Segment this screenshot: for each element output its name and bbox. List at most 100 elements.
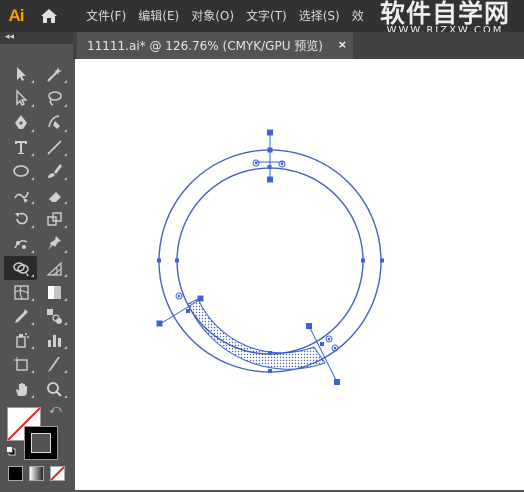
artboard-tool[interactable] xyxy=(4,352,37,376)
hand-tool[interactable] xyxy=(4,376,37,400)
shaper-tool[interactable] xyxy=(4,183,37,207)
menu-file[interactable]: 文件(F) xyxy=(80,0,132,32)
home-button[interactable] xyxy=(32,0,66,32)
swap-fill-stroke-icon[interactable]: ⤺ xyxy=(49,402,62,417)
symbol-sprayer-icon xyxy=(15,333,29,348)
magic-wand-tool[interactable] xyxy=(37,62,70,86)
lasso-tool[interactable] xyxy=(37,86,70,110)
stroke-swatch[interactable] xyxy=(24,426,58,460)
artwork[interactable] xyxy=(75,59,524,490)
watermark-title: 软件自学网 xyxy=(379,0,510,28)
document-tab-bar: 11111.ai* @ 126.76% (CMYK/GPU 预览) × xyxy=(73,32,524,59)
tool-group-indicator xyxy=(31,201,34,205)
tool-group-indicator xyxy=(31,322,34,326)
eraser-icon xyxy=(48,192,61,203)
eraser-tool[interactable] xyxy=(37,183,70,207)
left-widget-icon[interactable] xyxy=(175,292,183,300)
blend-icon xyxy=(46,308,62,324)
selection-icon xyxy=(16,67,26,82)
rotate-tool[interactable] xyxy=(4,207,37,231)
paintbrush-tool[interactable] xyxy=(37,159,70,183)
tool-group-indicator xyxy=(64,249,67,253)
eyedropper-tool[interactable] xyxy=(4,304,37,328)
tool-group-indicator xyxy=(64,346,67,350)
color-controls: ⤺ xyxy=(0,402,73,492)
perspective-grid-tool[interactable] xyxy=(37,256,70,280)
menu-effect[interactable]: 效 xyxy=(346,0,370,32)
ellipse-tool[interactable] xyxy=(4,159,37,183)
right-widget-icons[interactable] xyxy=(325,335,339,352)
menu-type[interactable]: 文字(T) xyxy=(240,0,293,32)
column-graph-tool[interactable] xyxy=(37,328,70,352)
symbol-sprayer-tool[interactable] xyxy=(4,328,37,352)
document-tab[interactable]: 11111.ai* @ 126.76% (CMYK/GPU 预览) × xyxy=(77,32,353,59)
outer-circle[interactable] xyxy=(158,149,382,373)
perspective-grid-icon xyxy=(45,261,62,276)
tool-group-indicator xyxy=(64,370,67,374)
app-logo: Ai xyxy=(8,6,25,25)
type-icon xyxy=(14,140,27,154)
pin-tool[interactable] xyxy=(37,231,70,255)
color-mode-button[interactable] xyxy=(8,466,23,481)
tool-group-indicator xyxy=(31,297,34,301)
selected-ring-segment[interactable] xyxy=(187,298,326,370)
type-tool[interactable] xyxy=(4,135,37,159)
curvature-tool[interactable] xyxy=(37,110,70,134)
direct-selection-tool[interactable] xyxy=(4,86,37,110)
tool-group-indicator xyxy=(31,225,34,229)
tool-group-indicator xyxy=(31,249,34,253)
menu-bar: Ai 文件(F) 编辑(E) 对象(O) 文字(T) 选择(S) 效 软件自学网… xyxy=(0,0,524,36)
paintbrush-icon xyxy=(47,163,62,178)
gradient-icon xyxy=(47,285,61,299)
gradient-mode-button[interactable] xyxy=(29,466,44,481)
shaper-icon xyxy=(13,191,29,204)
collapse-icon[interactable]: ◂◂ xyxy=(5,31,14,43)
line-segment-tool[interactable] xyxy=(37,135,70,159)
tool-group-indicator xyxy=(64,80,67,84)
default-colors-icon[interactable] xyxy=(6,446,16,456)
zoom-icon xyxy=(46,381,62,397)
hand-icon xyxy=(15,382,27,396)
selection-tool[interactable] xyxy=(4,62,37,86)
ellipse-icon xyxy=(12,165,29,177)
gradient-tool[interactable] xyxy=(37,280,70,304)
menu-select[interactable]: 选择(S) xyxy=(293,0,346,32)
artboard-canvas[interactable] xyxy=(75,59,524,490)
tool-group-indicator xyxy=(64,225,67,229)
close-tab-icon[interactable]: × xyxy=(338,38,347,51)
top-direction-handle[interactable] xyxy=(255,129,285,183)
direct-selection-icon xyxy=(15,89,28,107)
tool-group-indicator xyxy=(31,104,34,108)
none-mode-button[interactable] xyxy=(50,466,65,481)
shape-builder-tool[interactable] xyxy=(4,255,37,280)
document-tab-title: 11111.ai* @ 126.76% (CMYK/GPU 预览) xyxy=(87,39,323,53)
shape-builder-icon xyxy=(12,261,29,276)
tool-group-indicator xyxy=(64,128,67,132)
tool-group-indicator xyxy=(31,128,34,132)
lasso-icon xyxy=(47,91,62,106)
line-segment-icon xyxy=(46,140,62,155)
zoom-tool[interactable] xyxy=(37,376,70,400)
tools-panel: ◂◂ ⤺ xyxy=(0,32,73,490)
menu-object[interactable]: 对象(O) xyxy=(185,0,240,32)
tool-group-indicator xyxy=(31,176,34,180)
tool-group-indicator xyxy=(64,322,67,326)
tools-panel-header: ◂◂ xyxy=(0,32,73,44)
tool-group-indicator xyxy=(31,273,34,277)
scale-tool[interactable] xyxy=(37,207,70,231)
eyedropper-icon xyxy=(14,308,28,323)
scale-icon xyxy=(46,212,62,226)
tool-group-indicator xyxy=(31,80,34,84)
tool-group-indicator xyxy=(31,394,34,398)
artboard-icon xyxy=(13,357,28,372)
menu-items: 文件(F) 编辑(E) 对象(O) 文字(T) 选择(S) 效 xyxy=(80,0,370,32)
menu-edit[interactable]: 编辑(E) xyxy=(132,0,185,32)
mesh-tool[interactable] xyxy=(4,280,37,304)
pen-tool[interactable] xyxy=(4,110,37,134)
puppet-warp-tool[interactable] xyxy=(4,231,37,255)
tool-group-indicator xyxy=(31,152,34,156)
tool-group-indicator xyxy=(64,201,67,205)
magic-wand-icon xyxy=(46,67,62,82)
blend-tool[interactable] xyxy=(37,304,70,328)
slice-tool[interactable] xyxy=(37,352,70,376)
